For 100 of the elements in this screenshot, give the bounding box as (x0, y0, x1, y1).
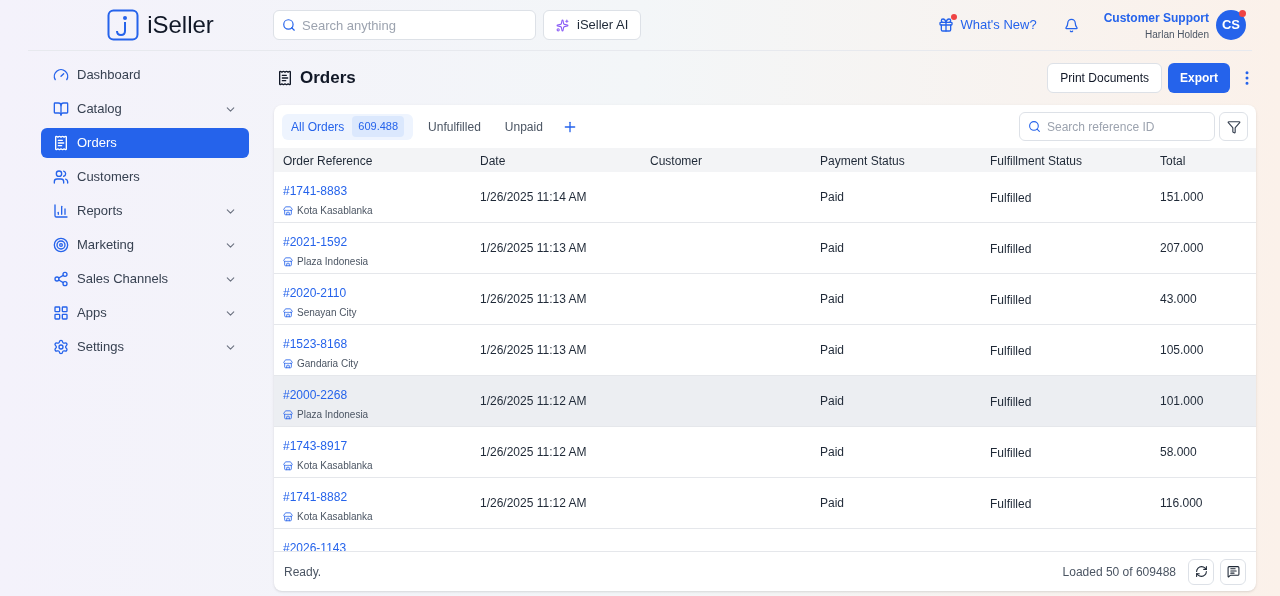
date-cell: 1/26/2025 11:12 AM (480, 394, 587, 408)
page-title: Orders (300, 67, 356, 90)
fulfillment-status: Fulfilled (990, 242, 1032, 256)
sidebar-item[interactable]: Customers (41, 162, 249, 192)
total-cell: 105.000 (1160, 343, 1204, 357)
search-icon (1028, 120, 1041, 133)
store-icon (283, 256, 293, 267)
total-cell: 58.000 (1160, 445, 1197, 459)
sidebar-item[interactable]: Marketing (41, 230, 249, 260)
sidebar-item[interactable]: Catalog (41, 94, 249, 124)
sidebar-item[interactable]: Reports (41, 196, 249, 226)
total-cell: 43.000 (1160, 292, 1197, 306)
brand-name: iSeller (147, 10, 214, 40)
total-cell: 101.000 (1160, 394, 1204, 408)
sidebar-item[interactable]: Settings (41, 332, 249, 362)
column-header: Date (480, 154, 506, 168)
store-icon (283, 409, 293, 420)
refresh-button[interactable] (1188, 558, 1214, 585)
table-row[interactable]: #1741-8882 Kota Kasablanka 1/26/2025 11:12 AM Paid Fulfilled 116.000 (274, 478, 1256, 529)
order-link[interactable]: #2000-2268 (283, 386, 348, 404)
order-link[interactable]: #1523-8168 (283, 335, 348, 353)
ai-button[interactable]: iSeller AI (543, 10, 642, 40)
payment-status: Paid (820, 496, 845, 510)
avatar[interactable]: CS (1216, 10, 1246, 40)
total-cell: 207.000 (1160, 241, 1204, 255)
column-header: Payment Status (820, 154, 905, 168)
gift-icon (938, 17, 955, 33)
store-name: Kota Kasablanka (297, 204, 373, 218)
message-icon (1226, 565, 1240, 578)
refresh-icon (1194, 565, 1208, 578)
sidebar-item[interactable]: Dashboard (41, 60, 249, 90)
settings-icon (53, 339, 69, 355)
filter-tab[interactable]: Unfulfilled (419, 113, 490, 140)
search-icon (282, 18, 296, 32)
payment-status: Paid (820, 190, 845, 204)
reference-search-field[interactable]: Search reference ID (1019, 112, 1215, 141)
filter-tab[interactable]: All Orders 609.488 (282, 113, 414, 140)
filter-button[interactable] (1219, 112, 1248, 141)
fulfillment-status: Fulfilled (990, 191, 1032, 205)
bell-icon[interactable] (1063, 17, 1079, 33)
order-link[interactable]: #2020-2110 (283, 284, 347, 302)
store-icon (283, 205, 293, 216)
order-link[interactable]: #1741-8882 (283, 488, 348, 506)
store-icon (283, 460, 293, 471)
order-link[interactable]: #1741-8883 (283, 182, 348, 200)
fulfillment-status: Fulfilled (990, 497, 1032, 511)
sidebar-item[interactable]: Sales Channels (41, 264, 249, 294)
payment-status: Paid (820, 445, 845, 459)
nodes-icon (53, 271, 69, 287)
payment-status: Paid (820, 343, 845, 357)
table-row[interactable]: #2021-1592 Plaza Indonesia 1/26/2025 11:13 AM Paid Fulfilled 207.000 (274, 223, 1256, 274)
column-header: Total (1160, 154, 1186, 168)
store-name: Kota Kasablanka (297, 459, 373, 473)
table-row[interactable]: #2000-2268 Plaza Indonesia 1/26/2025 11:12 AM Paid Fulfilled 101.000 (274, 376, 1256, 427)
table-row[interactable]: #2020-2110 Senayan City 1/26/2025 11:13 AM Paid Fulfilled 43.000 (274, 274, 1256, 325)
date-cell: 1/26/2025 11:12 AM (480, 445, 587, 459)
column-header: Fulfillment Status (990, 154, 1083, 168)
status-text: Ready. (284, 563, 322, 581)
date-cell: 1/26/2025 11:13 AM (480, 241, 587, 255)
store-name: Gandaria City (297, 357, 359, 371)
payment-status: Paid (820, 292, 845, 306)
store-name: Senayan City (297, 306, 357, 320)
store-icon (283, 511, 293, 522)
total-cell: 151.000 (1160, 190, 1204, 204)
filter-tab[interactable]: Unpaid (495, 113, 552, 140)
date-cell: 1/26/2025 11:14 AM (480, 190, 587, 204)
store-name: Plaza Indonesia (297, 408, 369, 422)
book-icon (53, 101, 69, 117)
date-cell: 1/26/2025 11:13 AM (480, 343, 587, 357)
store-icon (283, 307, 293, 318)
column-header: Order Reference (283, 154, 373, 168)
sidebar-item[interactable]: Orders (41, 128, 249, 158)
table-row[interactable]: #1741-8883 Kota Kasablanka 1/26/2025 11:14 AM Paid Fulfilled 151.000 (274, 172, 1256, 223)
whats-new-link[interactable]: What's New? (960, 15, 1037, 35)
order-link[interactable]: #1743-8917 (283, 437, 348, 455)
export-button[interactable]: Export (1168, 63, 1230, 93)
column-header: Customer (650, 154, 702, 168)
search-field[interactable]: Search anything (273, 10, 536, 40)
target-icon (53, 237, 69, 253)
date-cell: 1/26/2025 11:12 AM (480, 496, 587, 510)
store-name: Kota Kasablanka (297, 510, 373, 524)
date-cell: 1/26/2025 11:13 AM (480, 292, 587, 306)
logo-icon (107, 9, 140, 41)
total-cell: 116.000 (1160, 496, 1203, 510)
table-row[interactable]: #1523-8168 Gandaria City 1/26/2025 11:13 AM Paid Fulfilled 105.000 (274, 325, 1256, 376)
sparkle-icon (556, 18, 569, 32)
table-row[interactable]: #1743-8917 Kota Kasablanka 1/26/2025 11:12 AM Paid Fulfilled 58.000 (274, 427, 1256, 478)
loaded-count: Loaded 50 of 609488 (1062, 563, 1176, 581)
print-button[interactable]: Print Documents (1047, 63, 1162, 93)
order-link[interactable]: #2021-1592 (283, 233, 348, 251)
sidebar-item[interactable]: Apps (41, 298, 249, 328)
store-icon (283, 358, 293, 369)
people-icon (53, 169, 69, 185)
comment-button[interactable] (1220, 558, 1246, 585)
fulfillment-status: Fulfilled (990, 293, 1032, 307)
grid-icon (53, 305, 69, 321)
gauge-icon (53, 67, 69, 83)
payment-status: Paid (820, 241, 845, 255)
store-name: Plaza Indonesia (297, 255, 369, 269)
user-name: Harlan Holden (1145, 27, 1209, 42)
